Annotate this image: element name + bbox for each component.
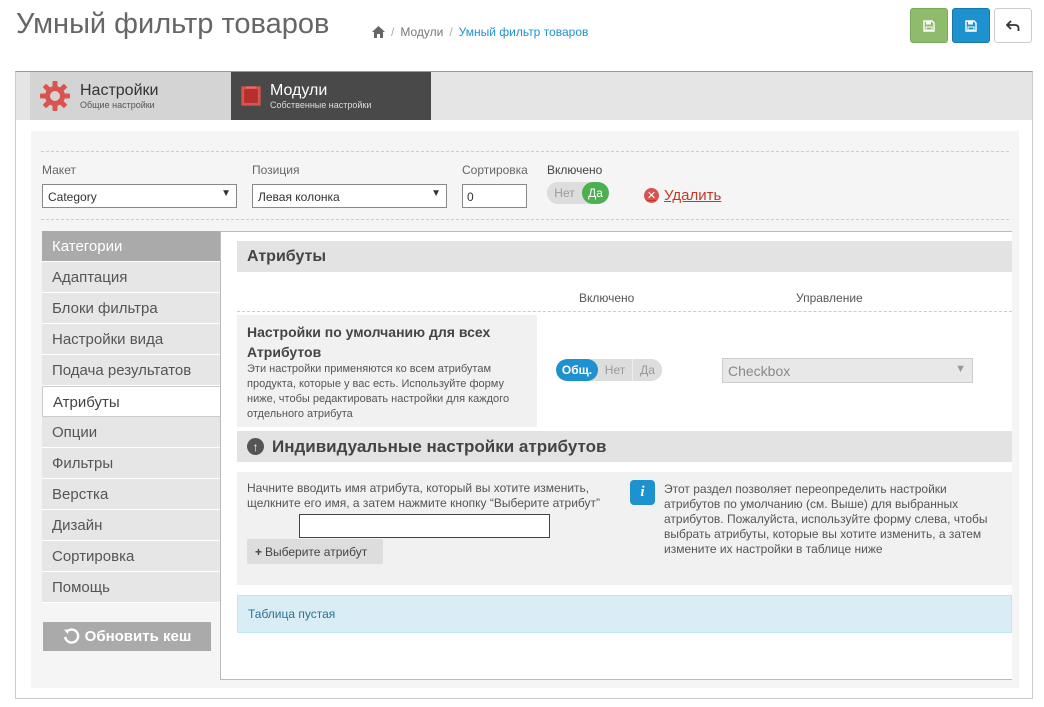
- plus-icon: +: [255, 544, 263, 559]
- tab-settings-title: Настройки: [80, 81, 159, 99]
- refresh-cache-label: Обновить кеш: [84, 628, 192, 645]
- sidebar-item-categories[interactable]: Категории: [42, 231, 221, 262]
- sidebar-item-sorting[interactable]: Сортировка: [42, 541, 221, 572]
- page-title: Умный фильтр товаров: [16, 8, 330, 40]
- divider: [41, 219, 1009, 220]
- divider: [41, 151, 1009, 152]
- tab-settings-subtitle: Общие настройки: [80, 99, 155, 110]
- info-text: Этот раздел позволяет переопределить нас…: [664, 482, 988, 556]
- enabled-toggle[interactable]: Нет Да: [547, 182, 609, 204]
- sort-order-value: 0: [467, 190, 474, 204]
- empty-table-alert: Таблица пустая: [237, 595, 1012, 633]
- enabled-label: Включено: [547, 163, 603, 177]
- control-type-select[interactable]: Checkbox ▼: [722, 358, 973, 383]
- column-control: Управление: [796, 291, 863, 305]
- home-icon[interactable]: [372, 26, 385, 38]
- individual-settings-heading[interactable]: ↑ Индивидуальные настройки атрибутов: [237, 431, 1012, 462]
- layout-select[interactable]: Category ▼: [42, 184, 237, 208]
- tab-modules-subtitle: Собственные настройки: [270, 99, 372, 110]
- puzzle-icon: [241, 86, 261, 106]
- sort-order-input[interactable]: 0: [462, 184, 527, 208]
- default-enabled-toggle[interactable]: Общ. Нет Да: [556, 359, 662, 381]
- position-select[interactable]: Левая колонка ▼: [252, 184, 447, 208]
- tab-modules-text: Модули Собственные настройки: [270, 82, 371, 111]
- column-enabled: Включено: [579, 291, 635, 305]
- breadcrumb-separator: /: [391, 25, 395, 39]
- save-icon: [923, 19, 935, 32]
- delete-label: Удалить: [664, 187, 722, 204]
- individual-instructions: Начните вводить имя атрибута, который вы…: [247, 481, 601, 510]
- module-panel: Настройки Общие настройки Модули Собстве…: [15, 71, 1033, 699]
- chevron-down-icon: ▼: [431, 188, 441, 199]
- settings-sidebar: Категории Адаптация Блоки фильтра Настро…: [42, 231, 221, 603]
- sidebar-item-options[interactable]: Опции: [42, 417, 221, 448]
- page-header: Умный фильтр товаров / Модули / Умный фи…: [0, 0, 1044, 60]
- arrow-up-icon: ↑: [247, 438, 264, 455]
- refresh-icon: [63, 628, 79, 644]
- toggle-no[interactable]: Нет: [547, 182, 582, 204]
- sidebar-item-results[interactable]: Подача результатов: [42, 355, 221, 386]
- position-select-value: Левая колонка: [258, 190, 340, 204]
- gear-icon: [40, 81, 70, 111]
- sort-label: Сортировка: [462, 163, 528, 177]
- info-icon: i: [630, 480, 655, 505]
- individual-settings-body: Начните вводить имя атрибута, который вы…: [237, 472, 1012, 585]
- breadcrumb-separator: /: [449, 25, 453, 39]
- delete-link[interactable]: ✕ Удалить: [644, 187, 721, 204]
- undo-icon: [1006, 19, 1020, 31]
- attributes-panel: Атрибуты Включено Управление Настройки п…: [220, 231, 1012, 680]
- attribute-search-input[interactable]: [299, 514, 550, 538]
- default-settings-box: Настройки по умолчанию для всех Атрибуто…: [237, 315, 537, 427]
- top-navigation: Настройки Общие настройки Модули Собстве…: [16, 72, 1032, 120]
- attributes-heading: Атрибуты: [237, 241, 1012, 272]
- sidebar-item-view-settings[interactable]: Настройки вида: [42, 324, 221, 355]
- toggle-yes[interactable]: Да: [582, 182, 609, 204]
- tab-modules[interactable]: Модули Собственные настройки: [231, 72, 431, 120]
- individual-settings-title: Индивидуальные настройки атрибутов: [272, 436, 607, 456]
- position-label: Позиция: [252, 163, 300, 177]
- tab-settings[interactable]: Настройки Общие настройки: [30, 72, 231, 120]
- save-icon: [965, 19, 977, 32]
- toggle-no[interactable]: Нет: [598, 359, 633, 381]
- chevron-down-icon: ▼: [955, 363, 966, 375]
- sidebar-item-filters[interactable]: Фильтры: [42, 448, 221, 479]
- refresh-cache-button[interactable]: Обновить кеш: [43, 622, 211, 651]
- breadcrumb-modules[interactable]: Модули: [400, 25, 443, 39]
- sidebar-item-help[interactable]: Помощь: [42, 572, 221, 603]
- module-settings-area: Макет Category ▼ Позиция Левая колонка ▼…: [31, 131, 1019, 688]
- back-button[interactable]: [994, 8, 1032, 43]
- tab-settings-text: Настройки Общие настройки: [80, 82, 158, 111]
- save-and-stay-button[interactable]: [952, 8, 990, 43]
- choose-attribute-label: Выберите атрибут: [265, 544, 368, 559]
- close-icon: ✕: [644, 188, 659, 203]
- sidebar-item-adaptation[interactable]: Адаптация: [42, 262, 221, 293]
- sidebar-item-design[interactable]: Дизайн: [42, 510, 221, 541]
- save-button[interactable]: [910, 8, 948, 43]
- toggle-yes[interactable]: Да: [633, 359, 662, 381]
- breadcrumb-current[interactable]: Умный фильтр товаров: [459, 25, 589, 39]
- choose-attribute-button[interactable]: + Выберите атрибут: [247, 539, 383, 564]
- sidebar-item-filter-blocks[interactable]: Блоки фильтра: [42, 293, 221, 324]
- tab-modules-title: Модули: [270, 81, 328, 99]
- breadcrumb: / Модули / Умный фильтр товаров: [372, 25, 588, 39]
- control-type-value: Checkbox: [728, 363, 791, 379]
- layout-label: Макет: [42, 163, 76, 177]
- layout-select-value: Category: [48, 190, 97, 204]
- sidebar-item-attributes[interactable]: Атрибуты: [42, 386, 221, 417]
- toggle-common[interactable]: Общ.: [556, 359, 598, 381]
- defaults-description: Эти настройки применяются ко всем атрибу…: [247, 363, 510, 420]
- divider: [237, 311, 1012, 312]
- sidebar-item-markup[interactable]: Верстка: [42, 479, 221, 510]
- chevron-down-icon: ▼: [221, 188, 231, 199]
- defaults-title: Настройки по умолчанию для всех Атрибуто…: [247, 324, 491, 360]
